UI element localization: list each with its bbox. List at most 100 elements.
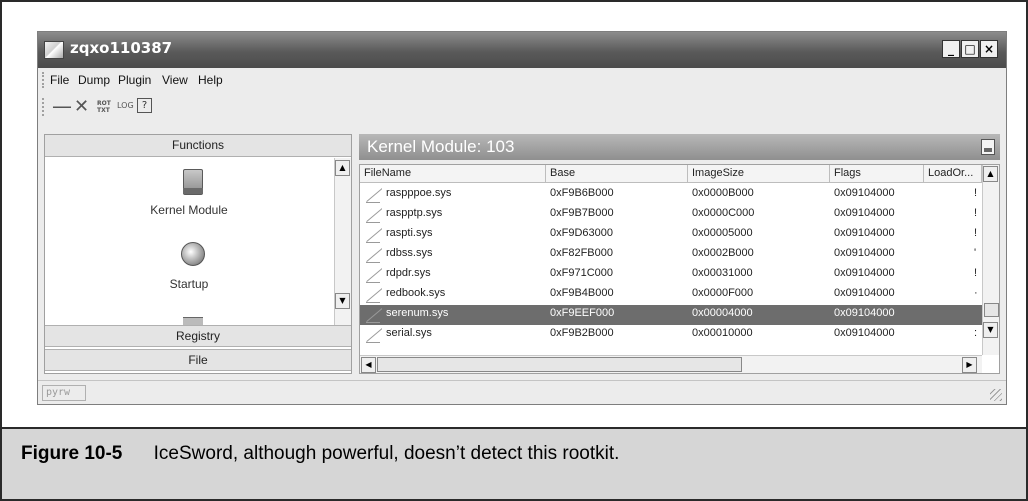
table-row[interactable]: rdpdr.sys 0xF971C000 0x00031000 0x09104000! (360, 265, 982, 285)
cell-imagesize: 0x0000B000 (692, 187, 754, 199)
caption-area: Figure 10-5 IceSword, although powerful,… (2, 429, 1026, 499)
resize-grip-icon[interactable] (990, 389, 1002, 401)
close-icon[interactable]: ✕ (74, 97, 89, 117)
col-imagesize[interactable]: ImageSize (688, 165, 830, 183)
cell-loadorder: ' (974, 247, 977, 259)
cell-imagesize: 0x00004000 (692, 307, 753, 319)
kernel-module-title: Kernel Module: 103 (367, 137, 515, 156)
module-table: FileName Base ImageSize Flags LoadOr... … (359, 164, 1000, 374)
log-icon[interactable]: LOG (117, 101, 134, 121)
app-window: zqxo110387 _ □ × File Dump Plugin View H… (37, 31, 1007, 405)
cell-loadorder: ! (974, 207, 978, 219)
file-icon (366, 327, 382, 343)
file-icon (366, 187, 382, 203)
kernel-module-panel: Kernel Module: 103 FileName Base ImageSi… (359, 134, 1000, 374)
maximize-button[interactable]: □ (961, 40, 979, 58)
cell-imagesize: 0x00031000 (692, 267, 753, 279)
menu-view[interactable]: View (162, 73, 188, 87)
app-icon (44, 41, 64, 59)
cell-imagesize: 0x0000F000 (692, 287, 754, 299)
menu-bar: File Dump Plugin View Help (38, 68, 1006, 92)
close-button[interactable]: × (980, 40, 998, 58)
status-bar: pyrw (38, 380, 1006, 404)
cell-flags: 0x09104000 (834, 287, 895, 299)
txt-icon[interactable]: ROT TXT (97, 100, 111, 120)
table-vscrollbar[interactable]: ▲ ▼ (982, 165, 999, 355)
help-icon[interactable]: ? (137, 98, 152, 113)
menu-help[interactable]: Help (198, 73, 223, 87)
scroll-down-icon[interactable]: ▼ (335, 293, 350, 309)
cell-filename: raspti.sys (386, 227, 433, 239)
table-row[interactable]: serenum.sys 0xF9EEF000 0x00004000 0x0910400… (360, 305, 982, 325)
cell-flags: 0x09104000 (834, 187, 895, 199)
registry-icon (183, 317, 203, 325)
file-icon (366, 267, 382, 283)
hscroll-thumb[interactable] (377, 357, 742, 372)
scroll-up-icon[interactable]: ▲ (335, 160, 350, 176)
save-icon[interactable] (981, 139, 995, 155)
table-row[interactable]: serial.sys 0xF9B2B000 0x00010000 0x09104000… (360, 325, 982, 345)
cell-flags: 0x09104000 (834, 267, 895, 279)
startup-icon[interactable] (181, 242, 205, 266)
table-row[interactable]: redbook.sys 0xF9B4B000 0x0000F000 0x0910400… (360, 285, 982, 305)
cell-imagesize: 0x0002B000 (692, 247, 754, 259)
cell-imagesize: 0x00010000 (692, 327, 753, 339)
col-loadorder[interactable]: LoadOr... (924, 165, 982, 183)
file-icon (366, 207, 382, 223)
minus-icon[interactable]: — (52, 96, 72, 117)
menu-plugin[interactable]: Plugin (118, 73, 151, 87)
menu-file[interactable]: File (50, 73, 69, 87)
minimize-button[interactable]: _ (942, 40, 960, 58)
table-row[interactable]: raspti.sys 0xF9D63000 0x00005000 0x09104000… (360, 225, 982, 245)
cell-flags: 0x09104000 (834, 207, 895, 219)
cell-base: 0xF9B4B000 (550, 287, 614, 299)
title-bar[interactable]: zqxo110387 _ □ × (38, 32, 1006, 68)
startup-label[interactable]: Startup (45, 277, 333, 291)
cell-imagesize: 0x00005000 (692, 227, 753, 239)
cell-imagesize: 0x0000C000 (692, 207, 755, 219)
vscroll-thumb[interactable] (984, 303, 999, 317)
menubar-grip-icon[interactable] (42, 72, 44, 88)
table-row[interactable]: raspptp.sys 0xF9B7B000 0x0000C000 0x0910400… (360, 205, 982, 225)
functions-list: Kernel Module Startup (45, 158, 333, 325)
figure-label: Figure 10-5 (21, 443, 123, 464)
cell-filename: raspppoe.sys (386, 187, 452, 199)
cell-base: 0xF9B6B000 (550, 187, 614, 199)
scroll-down-icon[interactable]: ▼ (983, 322, 998, 338)
cell-filename: serenum.sys (386, 307, 449, 319)
kernel-module-icon[interactable] (183, 169, 203, 195)
toolbar: — ✕ ROT TXT LOG ? (38, 92, 1006, 122)
table-row[interactable]: raspppoe.sys 0xF9B6B000 0x0000B000 0x091040… (360, 185, 982, 205)
kernel-module-header: Kernel Module: 103 (359, 134, 1000, 160)
menu-dump[interactable]: Dump (78, 73, 110, 87)
file-icon (366, 247, 382, 263)
table-hscrollbar[interactable]: ◀ ▶ (360, 355, 982, 373)
figure-caption-text: IceSword, although powerful, doesn’t det… (153, 443, 620, 464)
figure-frame: zqxo110387 _ □ × File Dump Plugin View H… (0, 0, 1028, 501)
col-flags[interactable]: Flags (830, 165, 924, 183)
cell-flags: 0x09104000 (834, 227, 895, 239)
cell-flags: 0x09104000 (834, 247, 895, 259)
cell-loadorder: · (974, 287, 978, 299)
functions-scrollbar[interactable]: ▲ ▼ (334, 158, 351, 325)
scroll-left-icon[interactable]: ◀ (361, 357, 376, 373)
cell-flags: 0x09104000 (834, 307, 895, 319)
cell-base: 0xF9B2B000 (550, 327, 614, 339)
col-base[interactable]: Base (546, 165, 688, 183)
cell-base: 0xF971C000 (550, 267, 613, 279)
registry-header[interactable]: Registry (45, 325, 351, 347)
cell-filename: redbook.sys (386, 287, 446, 299)
cell-loadorder: ! (974, 187, 978, 199)
file-header[interactable]: File (45, 349, 351, 371)
col-filename[interactable]: FileName (360, 165, 546, 183)
functions-header[interactable]: Functions (45, 135, 351, 157)
table-row[interactable]: rdbss.sys 0xF82FB000 0x0002B000 0x09104000 ' (360, 245, 982, 265)
kernel-module-label[interactable]: Kernel Module (45, 203, 333, 217)
toolbar-grip-icon[interactable] (42, 98, 44, 116)
cell-base: 0xF82FB000 (550, 247, 613, 259)
scroll-right-icon[interactable]: ▶ (962, 357, 977, 373)
cell-filename: rdpdr.sys (386, 267, 431, 279)
cell-loadorder: : (974, 327, 978, 339)
scroll-up-icon[interactable]: ▲ (983, 166, 998, 182)
file-icon (366, 307, 382, 323)
